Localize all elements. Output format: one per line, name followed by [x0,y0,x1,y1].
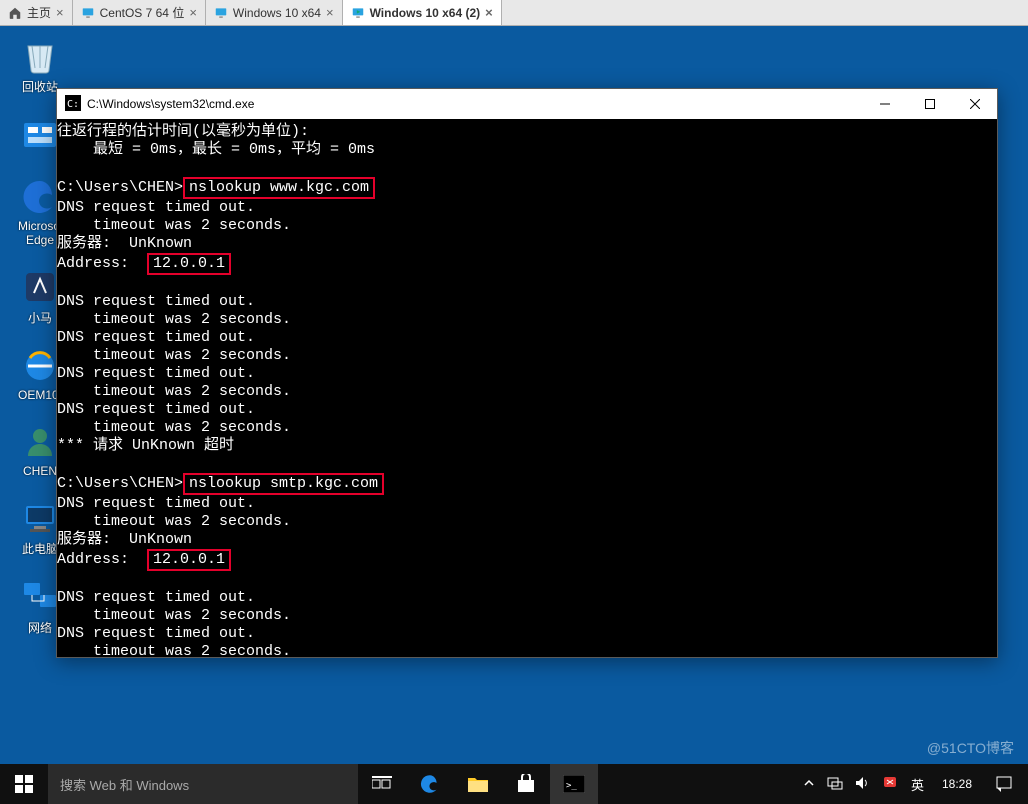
search-placeholder: 搜索 Web 和 Windows [60,775,189,794]
network-icon [20,577,60,617]
cmd-window: C: C:\Windows\system32\cmd.exe 往返行程的估计时间… [56,88,998,658]
tab-win10-2[interactable]: Windows 10 x64 (2) × [343,0,502,25]
edge-icon [20,177,60,217]
highlight-address-2: 12.0.0.1 [147,549,231,571]
monitor-icon [81,6,95,20]
recycle-bin[interactable]: 回收站 [18,36,62,95]
close-icon[interactable]: × [189,5,197,20]
volume-tray-icon[interactable] [851,776,875,793]
explorer-taskbar[interactable] [454,764,502,804]
recycle-bin-icon [20,36,60,76]
control-panel-icon [20,115,60,155]
close-icon[interactable]: × [485,5,493,20]
window-title: C:\Windows\system32\cmd.exe [87,97,254,111]
cmd-taskbar[interactable]: >_ [550,764,598,804]
svg-text:>_: >_ [566,781,577,791]
home-icon [8,6,22,20]
tab-centos[interactable]: CentOS 7 64 位 × [73,0,206,25]
task-view-button[interactable] [358,764,406,804]
search-box[interactable]: 搜索 Web 和 Windows [48,764,358,804]
edge-taskbar[interactable] [406,764,454,804]
cmd-icon: C: [65,95,81,114]
icon-label: 小马 [28,311,52,325]
icon-label: 网络 [28,621,52,635]
chevron-up-icon[interactable] [799,777,819,792]
icon-label: 回收站 [22,80,58,94]
monitor-play-icon [351,6,365,20]
clock[interactable]: 18:28 [934,777,980,791]
highlight-nslookup-smtp: nslookup smtp.kgc.com [183,473,384,495]
app-icon [20,267,60,307]
watermark: @51CTO博客 [927,738,1014,758]
highlight-nslookup-www: nslookup www.kgc.com [183,177,375,199]
minimize-button[interactable] [862,89,907,119]
tab-label: Windows 10 x64 [233,6,321,20]
close-icon[interactable]: × [56,5,64,20]
console-output[interactable]: 往返行程的估计时间(以毫秒为单位): 最短 = 0ms，最长 = 0ms，平均 … [57,119,997,657]
tab-win10-1[interactable]: Windows 10 x64 × [206,0,343,25]
close-button[interactable] [952,89,997,119]
monitor-icon [214,6,228,20]
notification-center[interactable] [984,764,1024,804]
time: 18:28 [942,777,972,791]
ie-icon [20,346,60,386]
user-icon [20,422,60,462]
titlebar[interactable]: C: C:\Windows\system32\cmd.exe [57,89,997,119]
desktop: 回收站 Microsoft Edge 小马 OEM10.x [0,26,1028,804]
icon-label: 此电脑 [22,542,58,556]
security-tray-icon[interactable] [879,776,901,793]
svg-text:C:: C: [67,99,79,110]
close-icon[interactable]: × [326,5,334,20]
vm-tab-bar: 主页 × CentOS 7 64 位 × Windows 10 x64 × Wi… [0,0,1028,26]
maximize-button[interactable] [907,89,952,119]
taskbar: 搜索 Web 和 Windows >_ [0,764,1028,804]
store-taskbar[interactable] [502,764,550,804]
network-tray-icon[interactable] [823,776,847,793]
icon-label: CHEN [23,464,57,478]
pc-icon [20,498,60,538]
tab-label: Windows 10 x64 (2) [370,6,481,20]
ime-tray-icon[interactable]: 英 [905,775,930,794]
start-button[interactable] [0,764,48,804]
tab-home[interactable]: 主页 × [0,0,73,25]
tab-label: CentOS 7 64 位 [100,4,185,21]
system-tray: 英 18:28 [799,764,1028,804]
tab-label: 主页 [27,4,51,21]
highlight-address-1: 12.0.0.1 [147,253,231,275]
